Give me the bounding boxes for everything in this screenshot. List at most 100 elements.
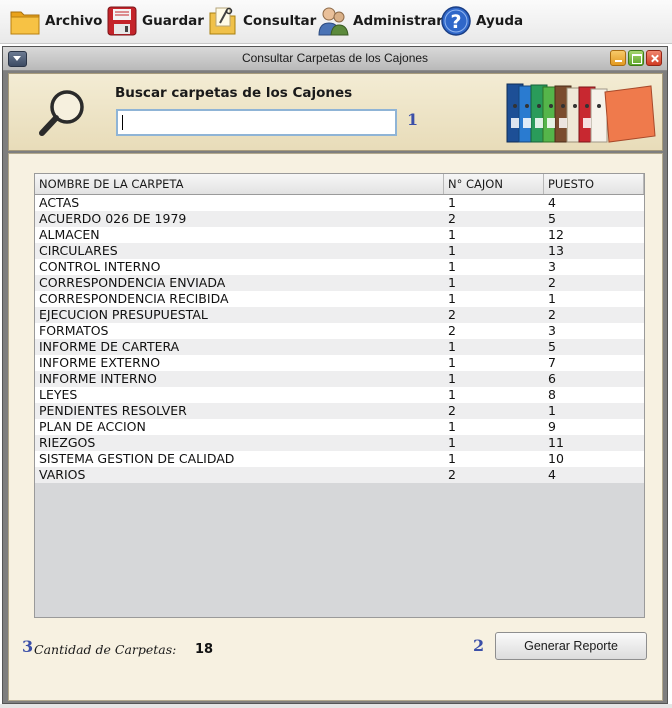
cell-nombre: SISTEMA GESTION DE CALIDAD (39, 451, 235, 466)
table-row[interactable]: FORMATOS 2 3 (35, 323, 644, 339)
cell-cajon: 1 (448, 355, 456, 370)
cell-nombre: VARIOS (39, 467, 86, 482)
cell-nombre: INFORME INTERNO (39, 371, 157, 386)
menu-administrar[interactable]: Administrar (317, 4, 443, 38)
cell-cajon: 2 (448, 467, 456, 482)
cell-cajon: 1 (448, 451, 456, 466)
table-row[interactable]: ALMACEN 1 12 (35, 227, 644, 243)
table-row[interactable]: ACTAS 1 4 (35, 195, 644, 211)
column-header-puesto[interactable]: PUESTO (544, 174, 644, 194)
cell-nombre: CORRESPONDENCIA ENVIADA (39, 275, 226, 290)
cell-puesto: 12 (548, 227, 564, 242)
cell-cajon: 1 (448, 291, 456, 306)
cell-cajon: 1 (448, 259, 456, 274)
table-body: ACTAS 1 4 ACUERDO 026 DE 1979 2 5 ALMACEN 1 12 CI… (35, 195, 644, 483)
cell-nombre: FORMATOS (39, 323, 109, 338)
text-caret (122, 115, 123, 130)
table-row[interactable]: ACUERDO 026 DE 1979 2 5 (35, 211, 644, 227)
table-row[interactable]: RIEZGOS 1 11 (35, 435, 644, 451)
menu-guardar[interactable]: Guardar (106, 4, 204, 38)
cell-cajon: 1 (448, 371, 456, 386)
magnifier-icon (37, 88, 87, 140)
window-title: Consultar Carpetas de los Cajones (241, 51, 429, 65)
cell-puesto: 4 (548, 195, 556, 210)
cell-puesto: 3 (548, 259, 556, 274)
table-row[interactable]: PLAN DE ACCION 1 9 (35, 419, 644, 435)
generate-report-button[interactable]: Generar Reporte (495, 632, 647, 660)
table-row[interactable]: LEYES 1 8 (35, 387, 644, 403)
table-row[interactable]: CONTROL INTERNO 1 3 (35, 259, 644, 275)
cell-puesto: 1 (548, 403, 556, 418)
cell-nombre: CONTROL INTERNO (39, 259, 161, 274)
menu-ayuda[interactable]: ? Ayuda (440, 4, 523, 38)
cell-puesto: 13 (548, 243, 564, 258)
cell-puesto: 2 (548, 307, 556, 322)
column-header-nombre[interactable]: NOMBRE DE LA CARPETA (35, 174, 444, 194)
count-value: 18 (195, 642, 214, 657)
table-row[interactable]: INFORME DE CARTERA 1 5 (35, 339, 644, 355)
cell-nombre: ACTAS (39, 195, 80, 210)
menu-guardar-label: Guardar (142, 13, 204, 29)
users-admin-icon (317, 5, 349, 37)
cell-puesto: 11 (548, 435, 564, 450)
minimize-button[interactable] (610, 50, 626, 66)
cell-puesto: 7 (548, 355, 556, 370)
folders-table[interactable]: NOMBRE DE LA CARPETA N° CAJON PUESTO ACT… (34, 173, 645, 618)
close-button[interactable] (646, 50, 662, 66)
step-number-report: 2 (473, 636, 485, 655)
cell-cajon: 2 (448, 403, 456, 418)
cell-nombre: PENDIENTES RESOLVER (39, 403, 187, 418)
menu-consultar[interactable]: Consultar (207, 4, 316, 38)
table-row[interactable]: PENDIENTES RESOLVER 2 1 (35, 403, 644, 419)
cell-puesto: 4 (548, 467, 556, 482)
search-input[interactable] (116, 109, 397, 136)
cell-cajon: 1 (448, 387, 456, 402)
table-row[interactable]: INFORME EXTERNO 1 7 (35, 355, 644, 371)
cell-cajon: 2 (448, 307, 456, 322)
cell-nombre: INFORME EXTERNO (39, 355, 161, 370)
binders-icon (505, 80, 657, 146)
cell-cajon: 1 (448, 227, 456, 242)
table-row[interactable]: CORRESPONDENCIA ENVIADA 1 2 (35, 275, 644, 291)
table-row[interactable]: VARIOS 2 4 (35, 467, 644, 483)
cell-puesto: 3 (548, 323, 556, 338)
search-document-icon (207, 5, 239, 37)
step-number-search: 1 (407, 110, 419, 129)
folder-icon (9, 5, 41, 37)
cell-cajon: 2 (448, 323, 456, 338)
search-panel: Buscar carpetas de los Cajones 1 (8, 73, 663, 151)
cell-nombre: CIRCULARES (39, 243, 118, 258)
cell-nombre: CORRESPONDENCIA RECIBIDA (39, 291, 229, 306)
cell-nombre: EJECUCION PRESUPUESTAL (39, 307, 208, 322)
menu-consultar-label: Consultar (243, 13, 317, 29)
cell-nombre: PLAN DE ACCION (39, 419, 146, 434)
table-row[interactable]: INFORME INTERNO 1 6 (35, 371, 644, 387)
table-header: NOMBRE DE LA CARPETA N° CAJON PUESTO (35, 174, 644, 195)
help-question-icon: ? (440, 5, 472, 37)
table-row[interactable]: EJECUCION PRESUPUESTAL 2 2 (35, 307, 644, 323)
table-row[interactable]: CORRESPONDENCIA RECIBIDA 1 1 (35, 291, 644, 307)
cell-cajon: 1 (448, 339, 456, 354)
save-disk-icon (106, 5, 138, 37)
window-title-bar[interactable]: Consultar Carpetas de los Cajones (3, 47, 667, 71)
step-number-count: 3 (22, 637, 34, 656)
svg-text:?: ? (450, 11, 461, 33)
cell-nombre: INFORME DE CARTERA (39, 339, 180, 354)
column-header-cajon[interactable]: N° CAJON (444, 174, 544, 194)
cell-puesto: 5 (548, 339, 556, 354)
cell-puesto: 2 (548, 275, 556, 290)
count-label: Cantidad de Carpetas: (34, 642, 177, 657)
table-row[interactable]: SISTEMA GESTION DE CALIDAD 1 10 (35, 451, 644, 467)
cell-nombre: LEYES (39, 387, 78, 402)
bottom-strip (0, 704, 672, 708)
cell-cajon: 2 (448, 211, 456, 226)
menu-archivo[interactable]: Archivo (9, 4, 102, 38)
maximize-button[interactable] (628, 50, 644, 66)
cell-puesto: 6 (548, 371, 556, 386)
cell-nombre: ALMACEN (39, 227, 100, 242)
cell-cajon: 1 (448, 195, 456, 210)
table-row[interactable]: CIRCULARES 1 13 (35, 243, 644, 259)
consultar-window: Consultar Carpetas de los Cajones Buscar… (2, 46, 668, 704)
cell-cajon: 1 (448, 243, 456, 258)
main-panel: NOMBRE DE LA CARPETA N° CAJON PUESTO ACT… (8, 153, 663, 701)
